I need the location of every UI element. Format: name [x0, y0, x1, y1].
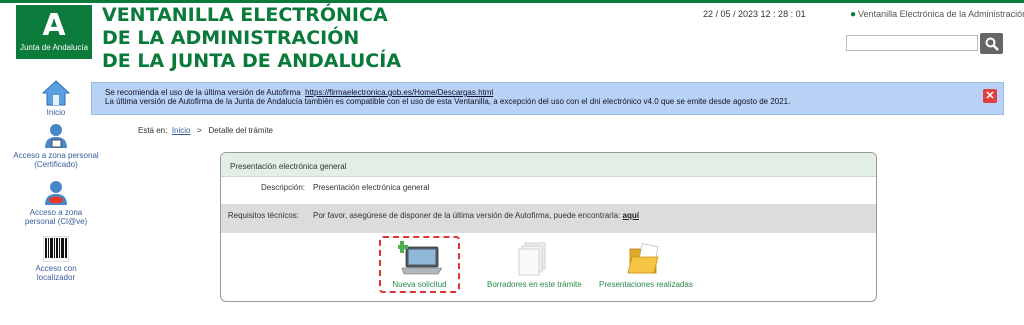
sidebar-item-label: Acceso con localizador: [35, 264, 77, 282]
home-icon: [42, 80, 70, 106]
title-line-2: DE LA ADMINISTRACIÓN: [102, 27, 360, 49]
autofirma-download-link[interactable]: https://firmaelectronica.gob.es/Home/Des…: [305, 88, 493, 97]
drafts-icon: [518, 242, 546, 276]
search-button[interactable]: [980, 33, 1003, 54]
sidebar-item-certificado[interactable]: Acceso a zona personal (Certificado): [0, 123, 112, 169]
banner-line-2: La última versión de Autofirma de la Jun…: [105, 97, 791, 106]
requirements-link[interactable]: aquí: [623, 211, 639, 220]
breadcrumb-home-link[interactable]: Inicio: [172, 126, 191, 135]
sidebar-item-label: Acceso a zona personal (Cl@ve): [24, 208, 88, 226]
requirements-text: Por favor, asegúrese de disponer de la ú…: [313, 211, 621, 220]
action-label: Presentaciones realizadas: [599, 280, 693, 289]
top-accent-line: [0, 0, 1024, 3]
banner-line-1: Se recomienda el uso de la última versió…: [105, 88, 1003, 97]
location-pin-icon: ●: [850, 9, 857, 20]
breadcrumb-separator: >: [197, 126, 202, 135]
requirements-label: Requisitos técnicos:: [227, 211, 299, 220]
breadcrumb-current: Detalle del trámite: [208, 126, 273, 135]
drafts-button[interactable]: Borradores en este trámite: [487, 241, 582, 289]
description-label: Descripción:: [260, 183, 305, 192]
breadcrumb: Está en: Inicio > Detalle del trámite: [138, 126, 273, 135]
action-label: Borradores en este trámite: [487, 280, 582, 289]
folder-icon: [627, 243, 659, 274]
procedure-detail-panel: Presentación electrónica general Descrip…: [220, 152, 877, 302]
description-value: Presentación electrónica general: [313, 183, 430, 192]
requirements-row: Requisitos técnicos: Por favor, asegúres…: [221, 204, 876, 233]
site-link-label: Ventanilla Electrónica de la Administrac…: [858, 9, 1024, 19]
sidebar-item-clave[interactable]: Acceso a zona personal (Cl@ve): [0, 180, 112, 226]
page-title: VENTANILLA ELECTRÓNICA DE LA ADMINISTRAC…: [102, 4, 401, 73]
user-certificate-icon: [45, 124, 67, 148]
site-link[interactable]: ● Ventanilla Electrónica de la Administra…: [850, 9, 1024, 20]
new-request-button[interactable]: Nueva solicitud: [381, 241, 458, 289]
action-label: Nueva solicitud: [392, 280, 447, 289]
close-icon[interactable]: ✕: [983, 89, 997, 103]
barcode-icon: [43, 236, 69, 262]
sidebar-item-localizador[interactable]: Acceso con localizador: [0, 236, 112, 282]
logo-glyph: A: [42, 8, 66, 43]
search-input[interactable]: [846, 35, 978, 51]
sidebar-item-label: Acceso a zona personal (Certificado): [13, 151, 99, 169]
autofirma-banner: Se recomienda el uso de la última versió…: [91, 82, 1004, 115]
submissions-button[interactable]: Presentaciones realizadas: [599, 241, 693, 289]
panel-title: Presentación electrónica general: [221, 153, 876, 177]
title-line-1: VENTANILLA ELECTRÓNICA: [102, 4, 388, 26]
requirements-value: Por favor, asegúrese de disponer de la ú…: [313, 211, 639, 220]
user-clave-icon: [45, 181, 67, 205]
new-request-icon: [397, 241, 442, 275]
search-icon: [985, 37, 999, 51]
sidebar-item-label: Inicio: [46, 108, 66, 117]
datetime-display: 22 / 05 / 2023 12 : 28 : 01: [703, 9, 806, 19]
banner-prefix: Se recomienda el uso de la última versió…: [105, 88, 301, 97]
breadcrumb-prefix: Está en:: [138, 126, 168, 135]
title-line-3: DE LA JUNTA DE ANDALUCÍA: [102, 50, 402, 72]
junta-logo[interactable]: A Junta de Andalucía: [16, 5, 92, 59]
logo-text: Junta de Andalucía: [19, 43, 89, 52]
